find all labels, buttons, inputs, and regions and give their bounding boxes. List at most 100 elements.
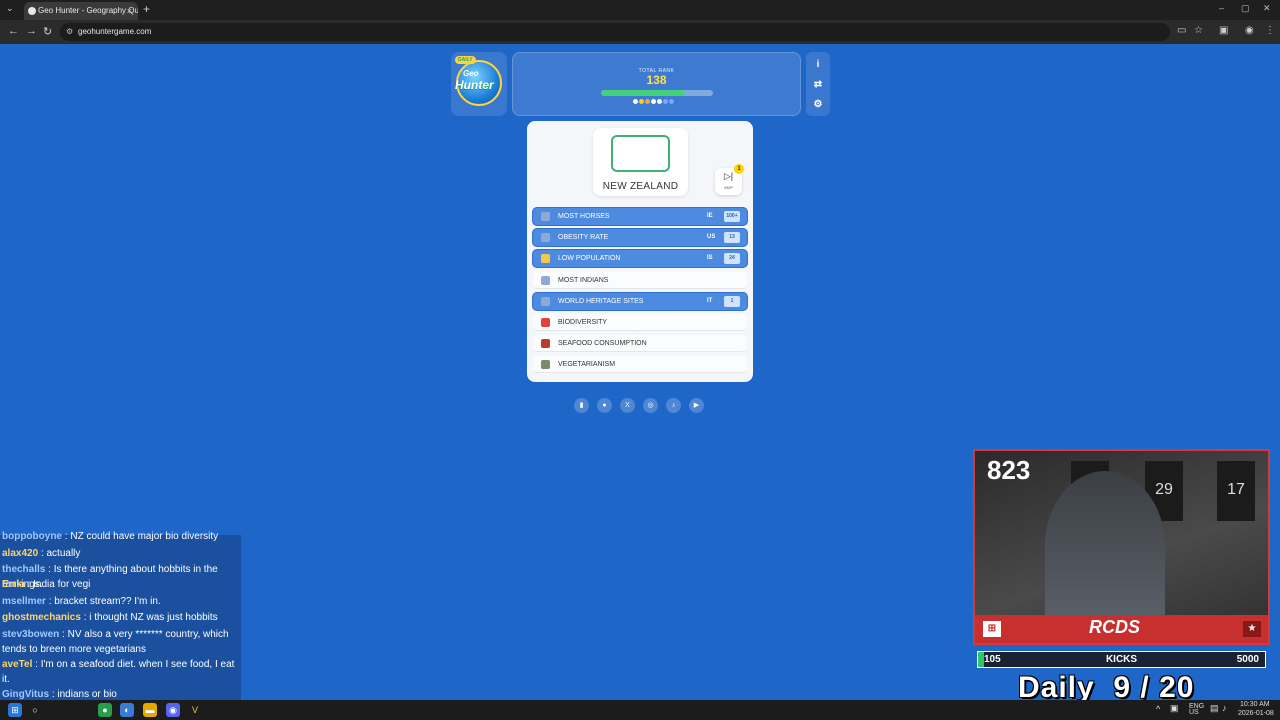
tab-search-icon[interactable]: ⌄ (6, 3, 14, 14)
maximize-icon[interactable]: ▢ (1241, 3, 1250, 14)
clock-time[interactable]: 10:30 AM (1240, 701, 1270, 708)
kicks-goal-bar: 105 KICKS 5000 (977, 651, 1266, 668)
category-label: VEGETARIANISM (558, 361, 616, 369)
chat-username[interactable]: thechalls (2, 564, 45, 575)
geo-hunter-logo[interactable]: DAILY Geo Hunter (451, 52, 507, 116)
category-row[interactable]: VEGETARIANISM (533, 356, 747, 374)
info-icon[interactable]: i (811, 58, 825, 72)
category-rank-badge: 13 (724, 232, 740, 244)
chat-message: stev3bowen : NV also a very ******* coun… (2, 627, 238, 657)
category-icon (541, 233, 550, 243)
skip-count-badge: 1 (734, 164, 744, 174)
url-input[interactable]: ⚙ geohuntergame.com (60, 23, 1170, 41)
folder-icon[interactable]: ▬ (143, 703, 157, 717)
chat-message: ghostmechanics : i thought NZ was just h… (2, 610, 238, 625)
round-dot (645, 99, 650, 104)
skip-button[interactable]: ▷| SKIP 1 (715, 164, 744, 195)
chat-message: boppoboyne : NZ could have major bio div… (2, 529, 238, 544)
category-icon (541, 318, 550, 327)
category-row[interactable]: WORLD HERITAGE SITES IT 1 (533, 292, 747, 310)
chat-username[interactable]: stev3bowen (2, 629, 59, 640)
forward-icon[interactable]: → (26, 25, 37, 37)
reload-icon[interactable]: ↻ (43, 25, 52, 38)
category-label: OBESITY RATE (558, 234, 609, 242)
app-v-icon[interactable]: V (188, 703, 202, 717)
profile-icon[interactable]: ◉ (1245, 25, 1254, 36)
browser-icon[interactable]: ◐ (120, 703, 134, 717)
network-icon[interactable]: ▣ (1170, 704, 1179, 713)
menu-icon[interactable]: ⋮ (1265, 25, 1275, 36)
social-links: ▮ ● X ◎ ♪ ▶ (574, 398, 704, 413)
country-name: NEW ZEALAND (602, 181, 679, 192)
star-icon[interactable]: ☆ (1194, 25, 1203, 36)
tab-close-icon[interactable]: × (127, 2, 132, 20)
category-row[interactable]: BIODIVERSITY (533, 314, 747, 331)
extensions-icon[interactable]: ▣ (1219, 25, 1228, 36)
chat-username[interactable]: boppoboyne (2, 531, 62, 542)
chat-separator: : (80, 612, 90, 623)
kicks-goal: 5000 (1236, 654, 1259, 665)
category-rank-badge: 24 (724, 253, 740, 265)
site-info-icon[interactable]: ⚙ (66, 23, 73, 41)
spotify-icon[interactable]: ● (98, 703, 112, 717)
instagram-icon[interactable]: ◎ (643, 398, 658, 413)
category-icon (541, 275, 550, 285)
reddit-icon[interactable]: ● (597, 398, 612, 413)
chat-username[interactable]: GingVitus (2, 689, 49, 700)
logo-text-line2: Hunter (455, 78, 494, 92)
chat-username[interactable]: alax420 (2, 548, 38, 559)
start-icon[interactable]: ⊞ (8, 703, 22, 717)
language-indicator[interactable]: ENG US (1189, 703, 1204, 716)
browser-tab[interactable]: Geo Hunter - Geography Quiz × (24, 2, 138, 20)
category-icon (541, 360, 550, 370)
category-row[interactable]: LOW POPULATION IS 24 (533, 250, 747, 268)
flag-box: NEW ZEALAND (593, 128, 688, 196)
tiktok-icon[interactable]: ♪ (666, 398, 681, 413)
rank-panel: TOTAL RANK 138 (512, 52, 801, 116)
category-row[interactable]: MOST HORSES IE 100+ (533, 208, 747, 225)
round-dot (651, 99, 656, 104)
category-label: SEAFOOD CONSUMPTION (558, 340, 647, 348)
banner-star-icon: ★ (1243, 621, 1261, 637)
chat-message: aveTel : I'm on a seafood diet. when I s… (2, 657, 238, 687)
search-icon[interactable]: ○ (28, 703, 42, 717)
round-dots (633, 99, 674, 104)
cam-banner: ⊞ RCDS ★ (975, 615, 1268, 643)
swap-icon[interactable]: ⇄ (811, 78, 825, 92)
round-dot (657, 99, 662, 104)
youtube-icon[interactable]: ▶ (689, 398, 704, 413)
wifi-icon[interactable]: ▤ (1210, 704, 1219, 713)
window-close-icon[interactable]: ✕ (1263, 3, 1271, 14)
settings-icon[interactable]: ⚙ (811, 98, 825, 112)
category-row[interactable]: MOST INDIANS (533, 271, 747, 289)
round-dot (633, 99, 638, 104)
chat-username[interactable]: ghostmechanics (2, 612, 81, 623)
banner-logo: RCDS (1089, 617, 1141, 637)
x-icon[interactable]: X (620, 398, 635, 413)
category-country-code: US (707, 234, 716, 241)
chat-separator: : (45, 564, 54, 575)
rank-progress-bar (601, 90, 713, 96)
install-icon[interactable]: ▭ (1177, 25, 1186, 36)
tab-title: Geo Hunter - Geography Quiz (38, 6, 138, 15)
chat-separator: : (24, 579, 34, 590)
category-row[interactable]: SEAFOOD CONSUMPTION (533, 335, 747, 353)
volume-icon[interactable]: ♪ (1222, 704, 1227, 713)
ad-icon[interactable]: ▮ (574, 398, 589, 413)
category-row[interactable]: OBESITY RATE US 13 (533, 229, 747, 247)
chat-username[interactable]: Errla (2, 579, 25, 590)
new-tab-icon[interactable]: + (143, 2, 150, 16)
category-country-code: IE (707, 213, 713, 219)
chat-username[interactable]: aveTel (2, 659, 32, 670)
back-icon[interactable]: ← (8, 25, 19, 37)
tray-chevron-icon[interactable]: ^ (1156, 705, 1160, 714)
clock-date[interactable]: 2026-01-08 (1238, 710, 1274, 717)
minimize-icon[interactable]: – (1219, 3, 1224, 13)
chat-username[interactable]: msellmer (2, 596, 46, 607)
chat-text: actually (46, 548, 81, 559)
round-dot (669, 99, 674, 104)
discord-icon[interactable]: ◉ (166, 703, 180, 717)
chat-message: alax420 : actually (2, 546, 238, 561)
chat-separator: : (32, 659, 41, 670)
stream-chat: boppoboyne : NZ could have major bio div… (0, 531, 241, 700)
